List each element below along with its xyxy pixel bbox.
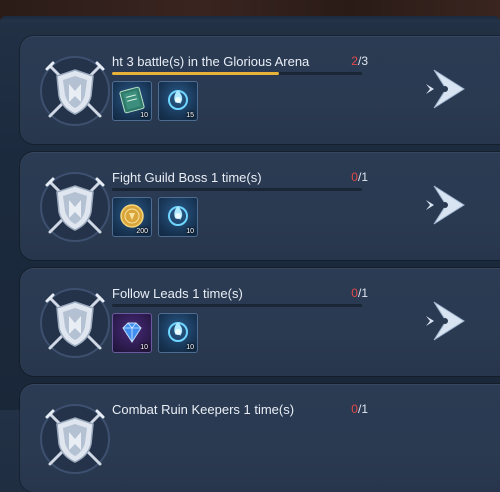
quest-title: ht 3 battle(s) in the Glorious Arena	[112, 54, 310, 69]
progress-current: 0	[351, 402, 358, 416]
quest-title: Follow Leads 1 time(s)	[112, 286, 243, 301]
progress-bar	[112, 304, 362, 307]
quest-card: Fight Guild Boss 1 time(s) 0/1 200 10	[20, 152, 500, 260]
chevron-right-icon	[426, 301, 465, 341]
quest-progress: 2/3	[351, 54, 368, 68]
quest-title: Fight Guild Boss 1 time(s)	[112, 170, 262, 185]
progress-bar	[112, 72, 362, 75]
quest-progress: 0/1	[351, 402, 368, 416]
reward-count: 10	[140, 112, 148, 119]
progress-total: /1	[357, 402, 368, 416]
reward-count: 10	[186, 344, 194, 351]
chevron-right-icon	[426, 69, 465, 109]
progress-bar-fill	[112, 72, 279, 75]
chevron-right-icon	[426, 185, 465, 225]
progress-current: 0	[351, 286, 358, 300]
quest-progress: 0/1	[351, 286, 368, 300]
reward-count: 15	[186, 112, 194, 119]
reward-count: 10	[140, 344, 148, 351]
reward-count: 10	[186, 228, 194, 235]
progress-current: 0	[351, 170, 358, 184]
progress-current: 2	[351, 54, 358, 68]
quest-card: Combat Ruin Keepers 1 time(s) 0/1	[20, 384, 500, 492]
progress-total: /1	[357, 286, 368, 300]
shield-swords-icon	[38, 54, 112, 128]
reward-item[interactable]: 10	[158, 197, 198, 237]
reward-item[interactable]: 15	[158, 81, 198, 121]
reward-item[interactable]: 10	[158, 313, 198, 353]
reward-item[interactable]: 10	[112, 81, 152, 121]
go-arrow-button[interactable]	[424, 66, 470, 112]
shield-swords-icon	[38, 402, 112, 476]
quest-card: ht 3 battle(s) in the Glorious Arena 2/3…	[20, 36, 500, 144]
reward-count: 200	[136, 228, 148, 235]
top-banner	[0, 0, 500, 22]
progress-total: /1	[357, 170, 368, 184]
quest-progress: 0/1	[351, 170, 368, 184]
quest-card: Follow Leads 1 time(s) 0/1 10 10	[20, 268, 500, 376]
progress-total: /3	[357, 54, 368, 68]
progress-bar	[112, 188, 362, 191]
reward-item[interactable]: 10	[112, 313, 152, 353]
shield-swords-icon	[38, 286, 112, 360]
go-arrow-button[interactable]	[424, 298, 470, 344]
shield-swords-icon	[38, 170, 112, 244]
reward-item[interactable]: 200	[112, 197, 152, 237]
go-arrow-button[interactable]	[424, 182, 470, 228]
